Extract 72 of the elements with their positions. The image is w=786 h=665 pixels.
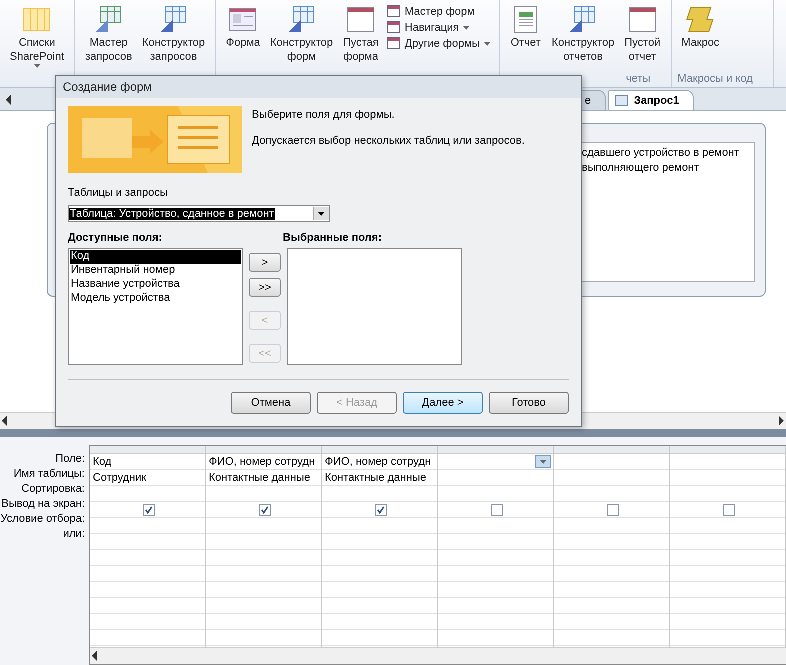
checkbox[interactable]	[375, 504, 387, 516]
ribbon-button[interactable]: Пустая форма	[339, 2, 383, 73]
grid-cell[interactable]: ФИО, номер сотрудн	[206, 454, 321, 470]
field-name: выполняющего ремонт	[582, 162, 700, 174]
row-label: Поле:	[54, 452, 86, 467]
grid-cell[interactable]: Сотрудник	[90, 470, 205, 486]
checkbox[interactable]	[491, 504, 503, 516]
form-icon	[386, 5, 401, 18]
row-label: Условие отбора:	[0, 512, 86, 527]
checkbox[interactable]	[259, 504, 271, 516]
column-selector[interactable]	[322, 446, 437, 454]
grid-cell[interactable]: Код	[90, 454, 205, 470]
ribbon-button[interactable]: Списки SharePoint	[6, 2, 68, 73]
checkbox[interactable]	[723, 504, 735, 516]
row-label: или:	[62, 527, 86, 542]
splitter[interactable]	[0, 429, 786, 437]
ribbon-button[interactable]: Форма	[222, 2, 264, 73]
field-name: сдавшего устройство в ремонт	[582, 147, 740, 159]
group-label: Макросы и код	[678, 73, 754, 87]
grid-cell[interactable]: ФИО, номер сотрудн	[322, 454, 437, 470]
list-label: Доступные поля:	[68, 232, 164, 244]
selected-fields-list[interactable]	[287, 248, 462, 365]
list-label: Выбранные поля:	[283, 232, 382, 244]
ribbon-small-button[interactable]: Навигация	[384, 21, 493, 34]
dialog-button[interactable]: Готово	[489, 392, 569, 414]
list-item[interactable]: Название устройства	[70, 278, 241, 292]
left-arrow-icon	[0, 416, 10, 426]
ribbon-button[interactable]: Мастер запросов	[81, 2, 136, 73]
move-button[interactable]: >	[249, 253, 281, 272]
checkbox[interactable]	[143, 504, 155, 516]
query-icon	[615, 94, 630, 106]
hint-text: Допускается выбор нескольких таблиц или запросов.	[252, 135, 525, 147]
grid-cell[interactable]: Контактные данные	[322, 470, 437, 486]
left-arrow-icon	[90, 651, 100, 661]
move-button[interactable]: >>	[249, 278, 281, 297]
ribbon-button[interactable]: Макрос	[678, 2, 724, 73]
list-item[interactable]: Инвентарный номер	[70, 264, 241, 278]
instruction-text: Выберите поля для формы.	[252, 109, 396, 121]
right-arrow-icon	[776, 416, 786, 426]
source-select[interactable]: Таблица: Устройство, сданное в ремонт	[68, 205, 330, 222]
caret-icon	[540, 460, 546, 464]
list-item[interactable]: Модель устройства	[70, 292, 241, 306]
ribbon-small-button[interactable]: Другие формы	[384, 37, 493, 50]
ribbon-small-button[interactable]: Мастер форм	[384, 5, 493, 18]
list-item[interactable]: Код	[70, 250, 241, 264]
ribbon-button[interactable]: Отчет	[506, 2, 546, 73]
group-label: четы	[625, 73, 652, 87]
ribbon-button[interactable]: Конструктор запросов	[138, 2, 210, 73]
grid-cell[interactable]: Контактные данные	[206, 470, 321, 486]
dropdown-button[interactable]	[535, 455, 551, 468]
row-label: Вывод на экран:	[0, 497, 86, 512]
dialog-title: Создание форм	[56, 76, 581, 98]
dialog-button[interactable]: Далее >	[403, 392, 483, 414]
ribbon-button[interactable]: Пустой отчет	[620, 2, 665, 73]
row-label: Имя таблицы:	[12, 467, 86, 482]
grid-cell[interactable]	[438, 454, 553, 470]
form-icon	[386, 21, 401, 34]
available-fields-list[interactable]: Код Инвентарный номер Название устройства Модель устройства	[68, 248, 243, 365]
field-label: Таблицы и запросы	[68, 187, 169, 199]
row-label: Сортировка:	[20, 482, 86, 497]
left-arrow-icon	[4, 95, 14, 105]
checkbox[interactable]	[607, 504, 619, 516]
caret-icon	[318, 212, 325, 216]
ribbon-button[interactable]: Конструктор форм	[266, 2, 338, 73]
form-icon	[386, 37, 401, 50]
ribbon-button[interactable]: Конструктор отчетов	[548, 2, 619, 73]
column-selector[interactable]	[670, 446, 785, 454]
column-selector[interactable]	[90, 446, 205, 454]
dialog-button[interactable]: Отмена	[231, 392, 311, 414]
document-tab[interactable]: Запрос1	[608, 90, 694, 110]
horizontal-scrollbar[interactable]	[90, 647, 786, 664]
column-selector[interactable]	[206, 446, 321, 454]
